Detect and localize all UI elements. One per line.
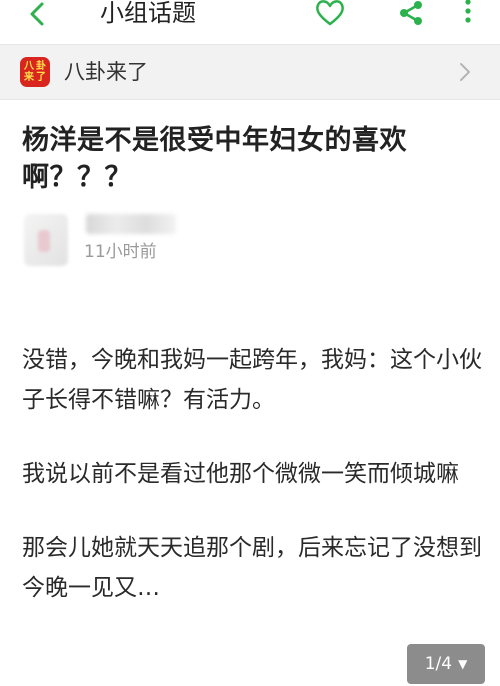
group-logo-char: 卦 (36, 61, 46, 72)
group-logo-char: 八 (24, 61, 34, 72)
chevron-right-icon (460, 63, 470, 81)
content-paragraph: 那会儿她就天天追那个剧，后来忘记了没想到今晚一见又… (22, 535, 482, 601)
post-content: 没错，今晚和我妈一起跨年，我妈：这个小伙子长得不错嘛？有活力。 我说以前不是看过… (22, 340, 482, 642)
heart-icon[interactable] (314, 0, 346, 26)
group-logo: 八 卦 来 了 (20, 57, 50, 87)
author-info: 11小时前 (22, 212, 322, 272)
page-indicator-button[interactable]: 1/4 ▼ (407, 644, 485, 684)
author-name-blurred[interactable] (86, 214, 176, 234)
content-paragraph: 没错，今晚和我妈一起跨年，我妈：这个小伙子长得不错嘛？有活力。 (22, 347, 482, 413)
page-indicator-label: 1/4 (424, 654, 453, 674)
content-paragraph: 我说以前不是看过他那个微微一笑而倾城嘛 (22, 461, 459, 487)
group-logo-char: 了 (36, 72, 46, 83)
group-link-bar[interactable]: 八 卦 来 了 八卦来了 (0, 44, 500, 100)
group-logo-char: 来 (24, 72, 34, 83)
caret-down-icon: ▼ (458, 657, 468, 671)
avatar[interactable] (24, 214, 68, 266)
share-icon[interactable] (397, 0, 425, 26)
group-name: 八卦来了 (64, 60, 148, 84)
chevron-left-icon[interactable] (24, 0, 52, 28)
page-title: 小组话题 (100, 0, 196, 27)
post-title: 杨洋是不是很受中年妇女的喜欢啊？？？ (22, 125, 407, 193)
post-time: 11小时前 (84, 242, 157, 262)
top-bar: 小组话题 (0, 0, 500, 44)
more-vertical-icon[interactable] (460, 0, 476, 26)
